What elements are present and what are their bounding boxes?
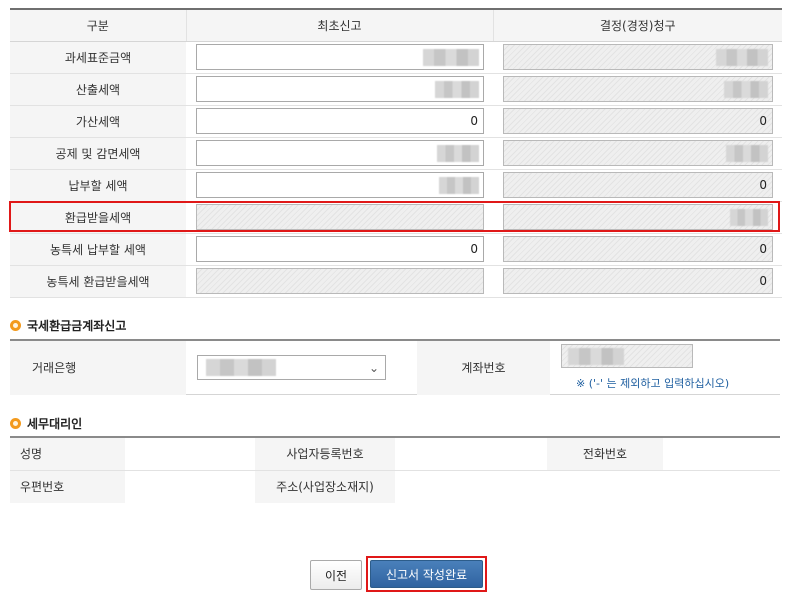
masked-value xyxy=(730,209,768,226)
tax-agent-table: 성명 사업자등록번호 전화번호 우편번호 주소(사업장소재지) xyxy=(10,436,780,503)
payable-tax-initial-input[interactable] xyxy=(196,172,484,198)
masked-value xyxy=(206,359,276,376)
row-label: 농특세 납부할 세액 xyxy=(10,233,186,266)
row-label: 과세표준금액 xyxy=(10,41,186,74)
tax-base-correction-field xyxy=(503,44,773,70)
additional-tax-initial-input[interactable]: 0 xyxy=(196,108,484,134)
masked-value xyxy=(724,81,768,98)
tax-agent-section-title: 세무대리인 xyxy=(10,415,82,432)
tax-amount-table: 구분 최초신고 결정(경정)청구 과세표준금액 산출세액 가산세액 0 0 공제… xyxy=(10,8,782,298)
masked-value xyxy=(439,177,479,194)
account-number-input[interactable] xyxy=(561,344,693,368)
table-row: 납부할 세액 0 xyxy=(10,169,782,202)
table-row: 농특세 납부할 세액 0 0 xyxy=(10,233,782,266)
row-label: 공제 및 감면세액 xyxy=(10,137,186,170)
agent-bizno-value xyxy=(395,438,547,470)
row-label: 가산세액 xyxy=(10,105,186,138)
masked-value xyxy=(716,49,768,66)
section-title-text: 세무대리인 xyxy=(27,417,83,431)
refund-account-section-title: 국세환급금계좌신고 xyxy=(10,317,126,334)
table-row: 산출세액 xyxy=(10,73,782,106)
refund-account-table: 거래은행 ⌄ 계좌번호 ※ ('-' 는 제외하고 입력하십시오) xyxy=(10,339,780,395)
deduction-initial-input[interactable] xyxy=(196,140,484,166)
masked-value xyxy=(423,49,479,66)
deduction-correction-field xyxy=(503,140,773,166)
agent-address-label: 주소(사업장소재지) xyxy=(255,471,395,503)
table-row: 가산세액 0 0 xyxy=(10,105,782,138)
table-row: 환급받을세액 xyxy=(10,201,782,234)
table-row: 과세표준금액 xyxy=(10,41,782,74)
rural-tax-refund-initial-field xyxy=(196,268,484,294)
header-initial: 최초신고 xyxy=(185,8,493,42)
orange-bullet-icon xyxy=(10,320,21,331)
agent-name-label: 성명 xyxy=(10,438,125,470)
agent-address-value xyxy=(395,471,780,503)
row-label: 농특세 환급받을세액 xyxy=(10,265,186,298)
rural-tax-refund-correction-field: 0 xyxy=(503,268,773,294)
table-row: 농특세 환급받을세액 0 xyxy=(10,265,782,298)
prev-button[interactable]: 이전 xyxy=(310,560,362,590)
masked-value xyxy=(726,145,768,162)
tax-table-header: 구분 최초신고 결정(경정)청구 xyxy=(10,8,782,42)
masked-value xyxy=(435,81,479,98)
agent-zip-value xyxy=(125,471,255,503)
complete-button-highlight: 신고서 작성완료 xyxy=(366,556,487,592)
row-label: 환급받을세액 xyxy=(10,201,186,234)
refund-tax-initial-field xyxy=(196,204,484,230)
complete-filing-button[interactable]: 신고서 작성완료 xyxy=(370,560,483,588)
header-category: 구분 xyxy=(10,8,186,42)
table-row: 공제 및 감면세액 xyxy=(10,137,782,170)
rural-tax-payable-correction-field: 0 xyxy=(503,236,773,262)
agent-phone-label: 전화번호 xyxy=(547,438,663,470)
masked-value xyxy=(437,145,479,162)
row-label: 납부할 세액 xyxy=(10,169,186,202)
rural-tax-payable-initial-input[interactable]: 0 xyxy=(196,236,484,262)
calculated-tax-initial-input[interactable] xyxy=(196,76,484,102)
header-correction: 결정(경정)청구 xyxy=(492,8,782,42)
bank-label: 거래은행 xyxy=(10,341,186,395)
section-title-text: 국세환급금계좌신고 xyxy=(27,319,127,333)
orange-bullet-icon xyxy=(10,418,21,429)
tax-base-initial-input[interactable] xyxy=(196,44,484,70)
chevron-down-icon: ⌄ xyxy=(368,361,379,375)
bank-select[interactable]: ⌄ xyxy=(197,355,386,380)
agent-name-value xyxy=(125,438,255,470)
agent-zip-label: 우편번호 xyxy=(10,471,125,503)
agent-bizno-label: 사업자등록번호 xyxy=(255,438,395,470)
refund-tax-correction-field xyxy=(503,204,773,230)
account-input-note: ※ ('-' 는 제외하고 입력하십시오) xyxy=(576,377,730,390)
calculated-tax-correction-field xyxy=(503,76,773,102)
payable-tax-correction-field: 0 xyxy=(503,172,773,198)
row-label: 산출세액 xyxy=(10,73,186,106)
masked-value xyxy=(568,348,624,365)
account-number-label: 계좌번호 xyxy=(417,341,550,395)
agent-phone-value xyxy=(663,438,780,470)
additional-tax-correction-field: 0 xyxy=(503,108,773,134)
